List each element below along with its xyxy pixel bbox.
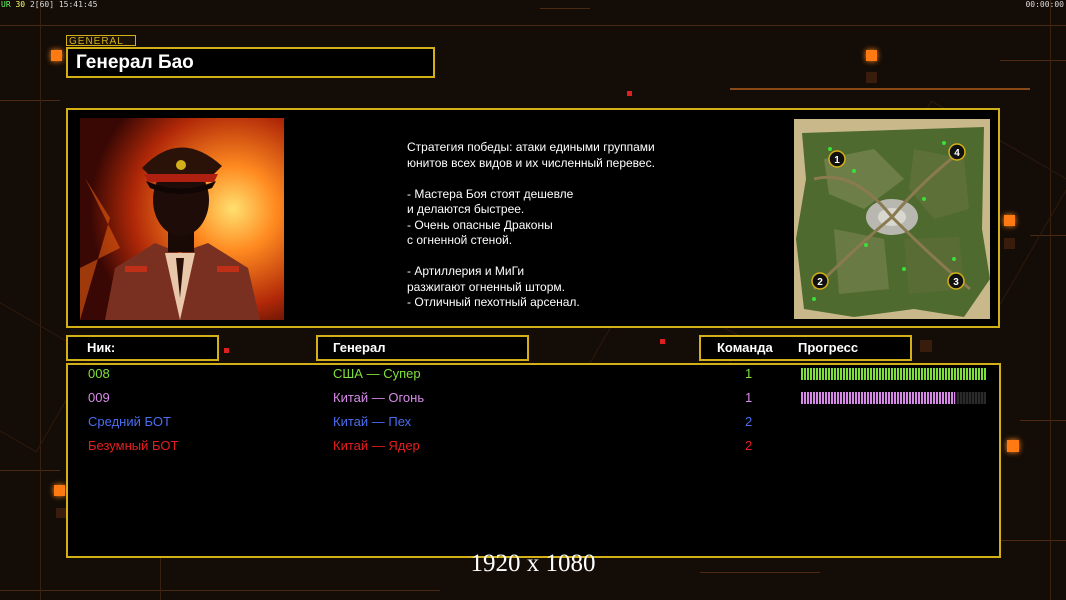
player-general: Китай — Огонь bbox=[333, 390, 425, 405]
player-nick: Безумный БОТ bbox=[88, 438, 179, 453]
description-line: - Очень опасные Драконы bbox=[407, 217, 553, 232]
start-label: 3 bbox=[953, 277, 959, 288]
description-line: - Артиллерия и МиГи bbox=[407, 264, 525, 278]
general-tag: GENERAL bbox=[66, 35, 136, 47]
debug-prefix: UR bbox=[1, 0, 11, 9]
player-team: 2 bbox=[745, 438, 753, 453]
general-description: Стратегия победы: атаки едиными группами… bbox=[407, 140, 697, 311]
player-progress-bar bbox=[801, 368, 986, 380]
header-team-progress: Команда Прогресс bbox=[699, 335, 912, 361]
debug-bracket: [60] bbox=[34, 0, 55, 9]
header-team: Команда bbox=[717, 340, 773, 355]
debug-overlay-right: 00:00:00 bbox=[1025, 0, 1064, 9]
player-progress-fill bbox=[801, 392, 955, 404]
players-table: 008 США — Супер 1 009 Китай — Огонь 1 Ср… bbox=[66, 363, 1001, 558]
general-portrait bbox=[80, 118, 284, 320]
player-team: 2 bbox=[745, 414, 753, 429]
player-nick: Средний БОТ bbox=[88, 414, 171, 429]
description-line bbox=[407, 249, 697, 265]
player-team: 1 bbox=[745, 390, 753, 405]
description-line: Стратегия победы: атаки едиными группами bbox=[407, 140, 655, 154]
description-line: и делаются быстрее. bbox=[407, 202, 525, 216]
header-general: Генерал bbox=[316, 335, 529, 361]
player-general: США — Супер bbox=[333, 366, 421, 381]
player-general: Китай — Пех bbox=[333, 414, 412, 429]
player-nick: 008 bbox=[88, 366, 110, 381]
description-line: разжигают огненный шторм. bbox=[407, 279, 565, 294]
start-label: 2 bbox=[817, 277, 823, 288]
general-portrait-image bbox=[80, 118, 284, 320]
player-row[interactable]: 009 Китай — Огонь 1 bbox=[68, 387, 999, 409]
header-progress: Прогресс bbox=[798, 340, 859, 355]
header-nick: Ник: bbox=[66, 335, 219, 361]
description-line: - Мастера Боя стоят дешевле bbox=[407, 186, 574, 201]
map-terrain: 1 2 3 4 bbox=[794, 119, 990, 319]
description-line: юнитов всех видов и их численный перевес… bbox=[407, 155, 655, 170]
player-nick: 009 bbox=[88, 390, 110, 405]
debug-time: 15:41:45 bbox=[58, 0, 98, 9]
player-team: 1 bbox=[745, 366, 753, 381]
player-progress-bar bbox=[801, 392, 986, 404]
player-row[interactable]: Безумный БОТ Китай — Ядер 2 bbox=[68, 435, 999, 457]
debug-fps: 30 bbox=[15, 0, 26, 9]
debug-overlay-left: UR 30 2[60] 15:41:45 bbox=[1, 0, 97, 9]
player-row[interactable]: 008 США — Супер 1 bbox=[68, 363, 999, 385]
description-line: - Отличный пехотный арсенал. bbox=[407, 295, 580, 309]
player-row[interactable]: Средний БОТ Китай — Пех 2 bbox=[68, 411, 999, 433]
description-line: с огненной стеной. bbox=[407, 233, 513, 247]
player-general: Китай — Ядер bbox=[333, 438, 420, 453]
general-name: Генерал Бао bbox=[66, 47, 435, 78]
start-label: 4 bbox=[954, 148, 960, 159]
description-line bbox=[407, 171, 697, 187]
start-label: 1 bbox=[834, 155, 840, 166]
resolution-label: 1920 x 1080 bbox=[470, 550, 596, 577]
player-progress-fill bbox=[801, 368, 986, 380]
map-preview[interactable]: 1 2 3 4 bbox=[794, 119, 990, 319]
